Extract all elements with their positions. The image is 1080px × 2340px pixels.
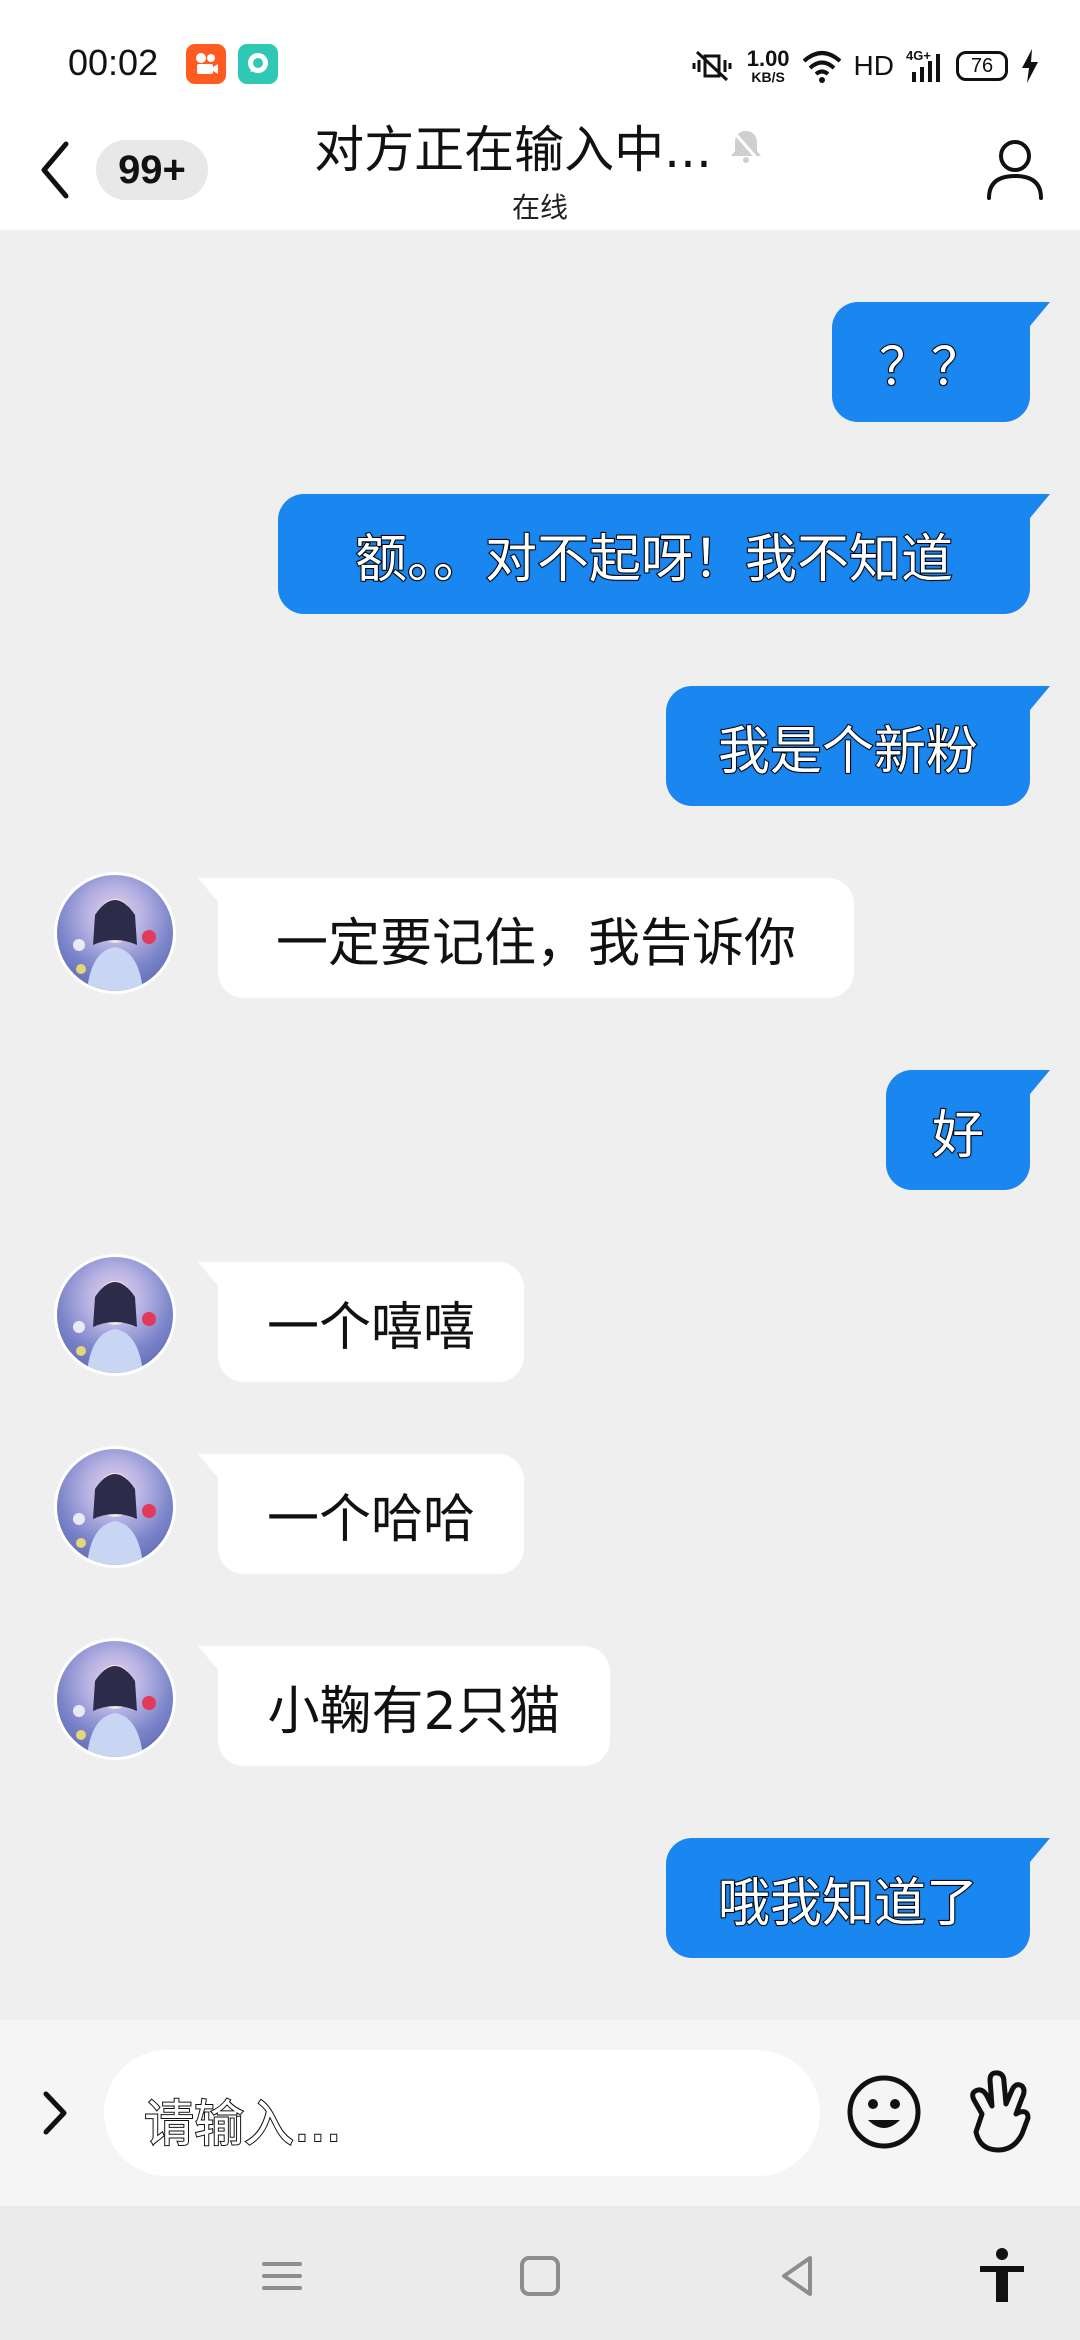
incoming-message[interactable]: 小鞠有2只猫 <box>198 1646 610 1766</box>
outgoing-message[interactable]: ？？ <box>832 302 1050 422</box>
contact-avatar[interactable] <box>54 872 176 994</box>
battery-level: 76 <box>970 54 994 77</box>
svg-text:4G+: 4G+ <box>906 48 931 63</box>
contact-avatar[interactable] <box>54 1638 176 1760</box>
profile-icon[interactable] <box>980 132 1050 208</box>
chat-app-icon <box>238 44 278 84</box>
chevron-right-icon[interactable] <box>30 2080 80 2146</box>
incoming-message[interactable]: 一个嘻嘻 <box>198 1262 524 1382</box>
outgoing-message[interactable]: 哦我知道了 <box>666 1838 1050 1958</box>
mute-bell-icon <box>730 129 761 163</box>
avatar-image <box>73 899 156 991</box>
message-input[interactable] <box>104 2050 820 2176</box>
status-bar: 00:02 1.00 KB/S HD 4G+ 76 <box>0 0 1080 110</box>
back-triangle-icon[interactable] <box>770 2248 826 2304</box>
system-nav-bar <box>0 2206 1080 2340</box>
wifi-icon <box>802 51 841 83</box>
online-status: 在线 <box>511 191 568 224</box>
emoji-icon[interactable] <box>846 2074 922 2150</box>
chat-header: 99+ 对方正在输入中... 在线 <box>0 110 1080 230</box>
chat-title: 对方正在输入中... <box>314 121 712 179</box>
contact-avatar[interactable] <box>54 1254 176 1376</box>
avatar-image <box>73 1665 156 1757</box>
battery-icon: 76 <box>956 51 1008 81</box>
accessibility-icon[interactable] <box>972 2246 1032 2306</box>
charging-icon <box>1022 49 1038 83</box>
outgoing-message[interactable]: 额。。对不起呀！我不知道 <box>278 494 1050 614</box>
incoming-message[interactable]: 一定要记住，我告诉你 <box>198 878 854 998</box>
avatar-image <box>73 1281 156 1373</box>
network-speed: 1.00 KB/S <box>746 46 790 85</box>
status-time: 00:02 <box>68 42 159 83</box>
message-list[interactable]: ？？ 额。。对不起呀！我不知道 我是个新粉 一定要记住，我告诉你 好 一个嘻嘻 <box>0 230 1080 2020</box>
unread-count-badge[interactable]: 99+ <box>96 140 208 200</box>
home-icon[interactable] <box>512 2248 568 2304</box>
menu-icon[interactable] <box>254 2248 310 2304</box>
signal-icon: 4G+ <box>906 48 940 82</box>
contact-avatar[interactable] <box>54 1446 176 1568</box>
hd-indicator: HD <box>853 50 894 81</box>
kuaishou-app-icon <box>186 44 226 84</box>
incoming-message[interactable]: 一个哈哈 <box>198 1454 524 1574</box>
hand-gesture-icon[interactable] <box>960 2070 1036 2154</box>
status-icons: 1.00 KB/S HD 4G+ 76 <box>689 44 1040 88</box>
back-arrow-icon[interactable] <box>32 132 76 208</box>
vibrate-mute-icon <box>692 50 732 82</box>
outgoing-message[interactable]: 好 <box>886 1070 1050 1190</box>
avatar-image <box>73 1473 156 1565</box>
title-area: 对方正在输入中... 在线 <box>240 110 840 226</box>
outgoing-message[interactable]: 我是个新粉 <box>666 686 1050 806</box>
input-bar: 请输入... <box>0 2020 1080 2206</box>
